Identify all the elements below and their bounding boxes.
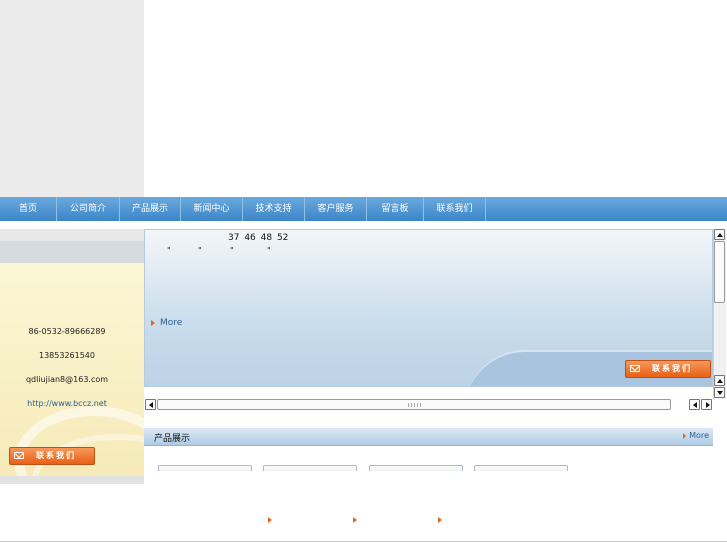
contact-email[interactable]: qdliujian8@163.com — [0, 375, 134, 384]
contact-mobile: 13853261540 — [39, 351, 95, 360]
intro-quote-mark: " — [167, 246, 171, 255]
arrow-left-icon — [693, 402, 697, 408]
arrow-right-icon — [151, 319, 155, 326]
contact-website-link[interactable]: http://www.bccz.net — [0, 399, 134, 408]
nav-item-home[interactable]: 首页 — [0, 197, 57, 221]
nav-item-service[interactable]: 客户服务 — [305, 197, 367, 221]
contact-us-button[interactable]: 联系我们 — [9, 447, 95, 465]
intro-contact-us-button-label: 联系我们 — [652, 364, 692, 373]
nav-item-products[interactable]: 产品展示 — [120, 197, 181, 221]
nav-item-support[interactable]: 技术支持 — [243, 197, 305, 221]
scroll-down-button[interactable] — [714, 387, 725, 398]
arrow-up-icon — [717, 379, 723, 383]
products-section-header: 产品展示 More — [144, 428, 713, 446]
arrow-left-icon — [149, 402, 153, 408]
left-panel-bottom-strip — [0, 476, 144, 484]
scroll-grip-icon — [408, 403, 422, 407]
left-panel-header — [0, 241, 144, 263]
envelope-icon — [14, 452, 24, 459]
arrow-up-icon — [717, 233, 723, 237]
arrow-right-icon — [706, 402, 710, 408]
footer-link-arrow-icon[interactable] — [438, 517, 442, 523]
intro-numbers: 37 46 48 52 — [228, 233, 289, 243]
scroll-right-button[interactable] — [701, 399, 712, 410]
main-nav-bar: 首页 公司简介 产品展示 新闻中心 技术支持 客户服务 留言板 联系我们 — [0, 197, 727, 221]
horizontal-scrollbar[interactable] — [144, 398, 714, 411]
footer-link-arrow-icon[interactable] — [353, 517, 357, 523]
intro-quote-mark: " — [198, 246, 202, 255]
horizontal-scroll-thumb[interactable] — [157, 399, 671, 410]
vertical-scrollbar[interactable] — [713, 229, 726, 399]
intro-more-link[interactable]: More — [151, 318, 182, 328]
contact-us-button-label: 联系我们 — [36, 451, 76, 460]
intro-more-label: More — [160, 318, 183, 328]
intro-quote-mark: " — [230, 246, 234, 255]
left-column-background — [0, 0, 144, 197]
footer-divider — [0, 541, 727, 542]
nav-item-news[interactable]: 新闻中心 — [181, 197, 243, 221]
contact-phone: 86-0532-89666289 — [28, 327, 106, 336]
products-more-label: More — [689, 431, 709, 440]
contact-panel: 86-0532-89666289 13853261540 qdliujian8@… — [0, 263, 144, 476]
intro-quote-mark: " — [267, 246, 271, 255]
products-section-title: 产品展示 — [154, 434, 191, 444]
nav-item-about[interactable]: 公司简介 — [57, 197, 120, 221]
products-more-link[interactable]: More — [683, 431, 709, 440]
scroll-up-button[interactable] — [714, 229, 725, 240]
arrow-right-icon — [683, 432, 687, 439]
scroll-up-button-lower[interactable] — [714, 375, 725, 386]
intro-contact-us-button[interactable]: 联系我们 — [625, 360, 711, 378]
company-intro-box: 37 46 48 52 " " " " More 联系我们 — [144, 229, 713, 387]
vertical-scroll-thumb[interactable] — [714, 241, 725, 303]
scroll-left-button-end[interactable] — [689, 399, 700, 410]
scroll-left-button[interactable] — [145, 399, 156, 410]
nav-item-guestbook[interactable]: 留言板 — [367, 197, 424, 221]
footer-link-arrow-icon[interactable] — [268, 517, 272, 523]
content-cutoff — [144, 471, 727, 485]
left-panel-top-strip — [0, 229, 144, 241]
nav-item-contact[interactable]: 联系我们 — [424, 197, 486, 221]
arrow-down-icon — [717, 391, 723, 395]
envelope-icon — [630, 365, 640, 372]
